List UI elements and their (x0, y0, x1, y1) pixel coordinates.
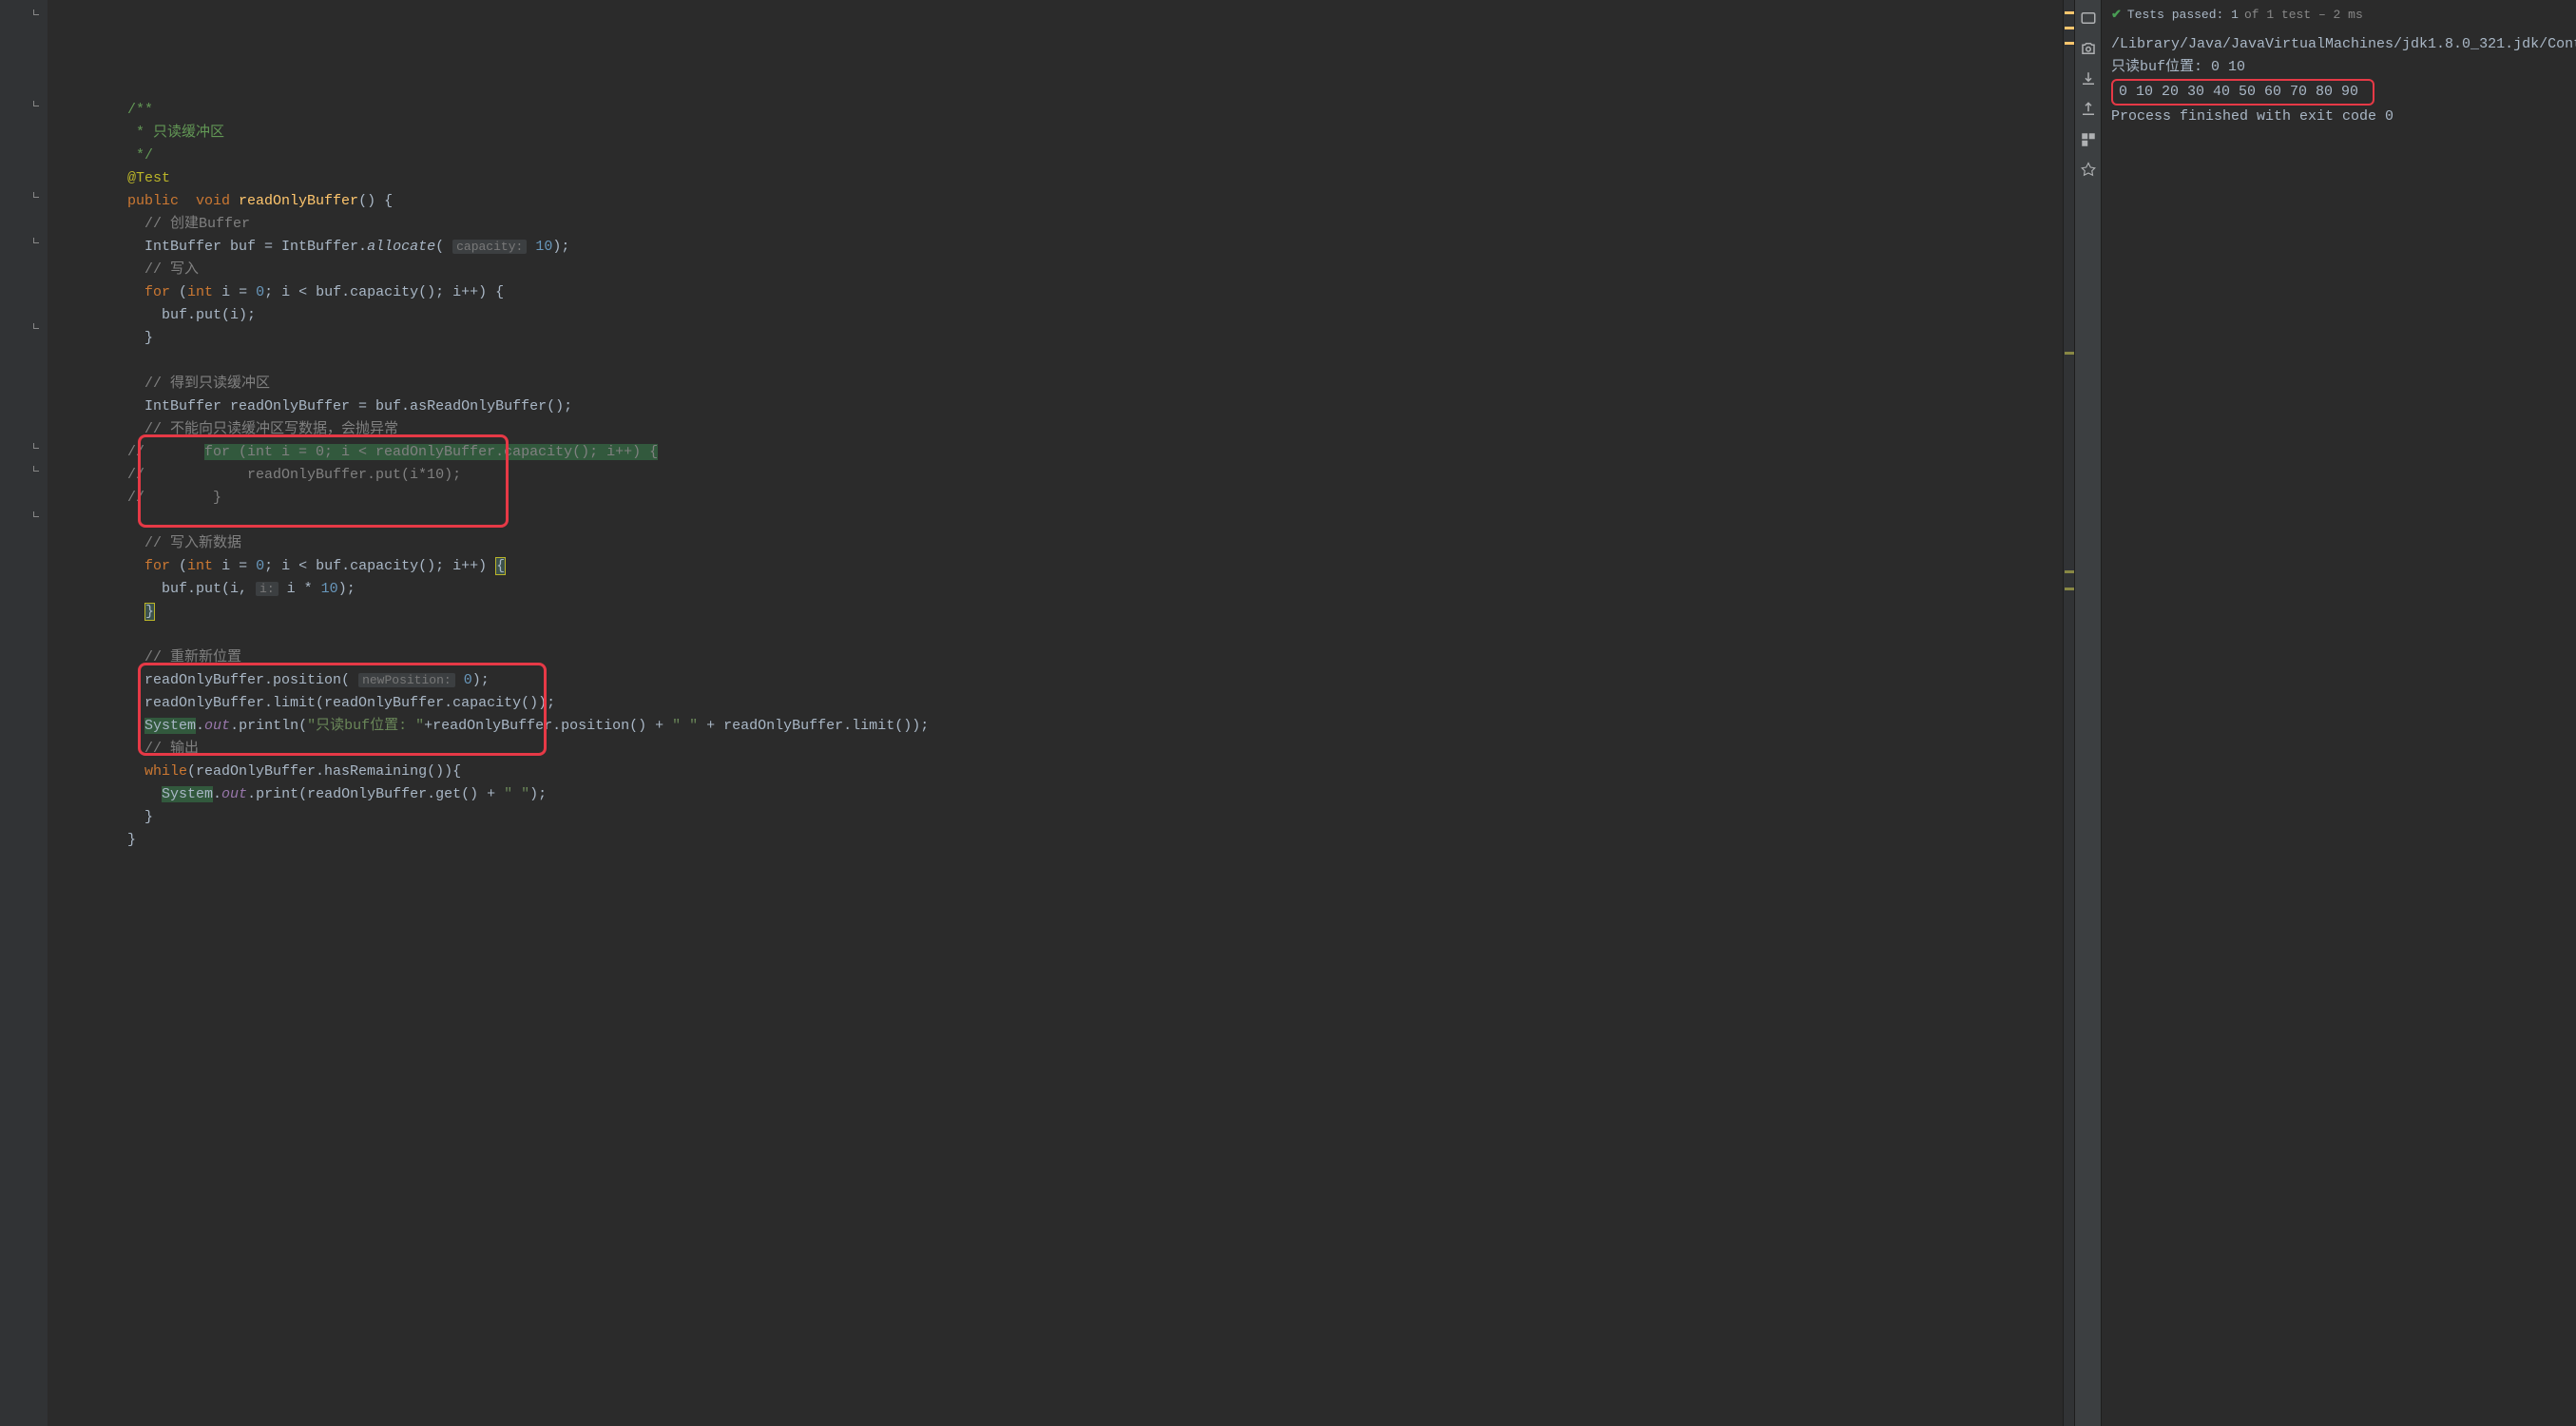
code-line[interactable]: // } (67, 487, 2063, 510)
code-line[interactable]: public void readOnlyBuffer() { (67, 190, 2063, 213)
code-line[interactable] (67, 350, 2063, 373)
console-line: 0 10 20 30 40 50 60 70 80 90 (2111, 79, 2566, 106)
code-line[interactable]: } (67, 806, 2063, 829)
fold-indicator[interactable] (33, 511, 39, 517)
code-line[interactable]: buf.put(i, i: i * 10); (67, 578, 2063, 601)
camera-icon[interactable] (2080, 40, 2097, 57)
code-line[interactable]: } (67, 829, 2063, 852)
code-line[interactable]: readOnlyBuffer.position( newPosition: 0)… (67, 669, 2063, 692)
test-passed-text: Tests passed: 1 (2127, 8, 2239, 22)
code-line[interactable]: } (67, 327, 2063, 350)
code-line[interactable]: // 写入新数据 (67, 532, 2063, 555)
code-line[interactable]: // for (int i = 0; i < readOnlyBuffer.ca… (67, 441, 2063, 464)
console-panel: ✔ Tests passed: 1 of 1 test – 2 ms /Libr… (2101, 0, 2576, 1426)
layout-icon[interactable] (2080, 131, 2097, 148)
code-line[interactable]: // 创建Buffer (67, 213, 2063, 236)
code-line[interactable]: // 输出 (67, 738, 2063, 761)
code-line[interactable]: * 只读缓冲区 (67, 122, 2063, 145)
minimap-marker (2065, 42, 2074, 45)
fold-indicator[interactable] (33, 238, 39, 243)
console-line: /Library/Java/JavaVirtualMachines/jdk1.8… (2111, 33, 2566, 56)
fold-indicator[interactable] (33, 443, 39, 449)
code-line[interactable]: // readOnlyBuffer.put(i*10); (67, 464, 2063, 487)
export-icon[interactable] (2080, 70, 2097, 87)
code-line[interactable] (67, 624, 2063, 646)
code-line[interactable]: System.out.print(readOnlyBuffer.get() + … (67, 783, 2063, 806)
code-line[interactable]: /** (67, 99, 2063, 122)
import-icon[interactable] (2080, 101, 2097, 118)
code-line[interactable]: // 不能向只读缓冲区写数据，会抛异常 (67, 418, 2063, 441)
pin-icon[interactable] (2080, 162, 2097, 179)
editor-gutter[interactable] (0, 0, 48, 1426)
minimap-marker (2065, 27, 2074, 29)
editor-minimap[interactable] (2063, 0, 2074, 1426)
fold-indicator[interactable] (33, 10, 39, 15)
code-line[interactable]: buf.put(i); (67, 304, 2063, 327)
code-line[interactable] (67, 510, 2063, 532)
fold-indicator[interactable] (33, 192, 39, 198)
code-line[interactable]: // 重新新位置 (67, 646, 2063, 669)
fold-indicator[interactable] (33, 101, 39, 106)
code-line[interactable]: // 得到只读缓冲区 (67, 373, 2063, 395)
console-output[interactable]: /Library/Java/JavaVirtualMachines/jdk1.8… (2102, 29, 2576, 132)
code-line[interactable]: while(readOnlyBuffer.hasRemaining()){ (67, 761, 2063, 783)
screenshot-icon[interactable] (2080, 10, 2097, 27)
code-line[interactable]: readOnlyBuffer.limit(readOnlyBuffer.capa… (67, 692, 2063, 715)
fold-indicator[interactable] (33, 466, 39, 472)
test-status-bar: ✔ Tests passed: 1 of 1 test – 2 ms (2102, 0, 2576, 29)
minimap-marker (2065, 588, 2074, 590)
editor-panel: /** * 只读缓冲区 */@Testpublic void readOnlyB… (0, 0, 2074, 1426)
code-line[interactable]: for (int i = 0; i < buf.capacity(); i++)… (67, 555, 2063, 578)
console-toolbar (2074, 0, 2101, 1426)
minimap-marker (2065, 570, 2074, 573)
console-line: Process finished with exit code 0 (2111, 106, 2566, 128)
minimap-marker (2065, 352, 2074, 355)
test-count-text: of 1 test – 2 ms (2244, 8, 2363, 22)
check-icon: ✔ (2111, 8, 2122, 22)
code-line[interactable]: IntBuffer readOnlyBuffer = buf.asReadOnl… (67, 395, 2063, 418)
code-line[interactable]: */ (67, 145, 2063, 167)
console-line: 只读buf位置: 0 10 (2111, 56, 2566, 79)
code-line[interactable]: for (int i = 0; i < buf.capacity(); i++)… (67, 281, 2063, 304)
code-line[interactable]: } (67, 601, 2063, 624)
minimap-marker (2065, 11, 2074, 14)
code-line[interactable]: @Test (67, 167, 2063, 190)
fold-indicator[interactable] (33, 323, 39, 329)
code-line[interactable]: System.out.println("只读buf位置: "+readOnlyB… (67, 715, 2063, 738)
code-line[interactable]: IntBuffer buf = IntBuffer.allocate( capa… (67, 236, 2063, 259)
code-editor[interactable]: /** * 只读缓冲区 */@Testpublic void readOnlyB… (48, 0, 2063, 1426)
code-line[interactable]: // 写入 (67, 259, 2063, 281)
